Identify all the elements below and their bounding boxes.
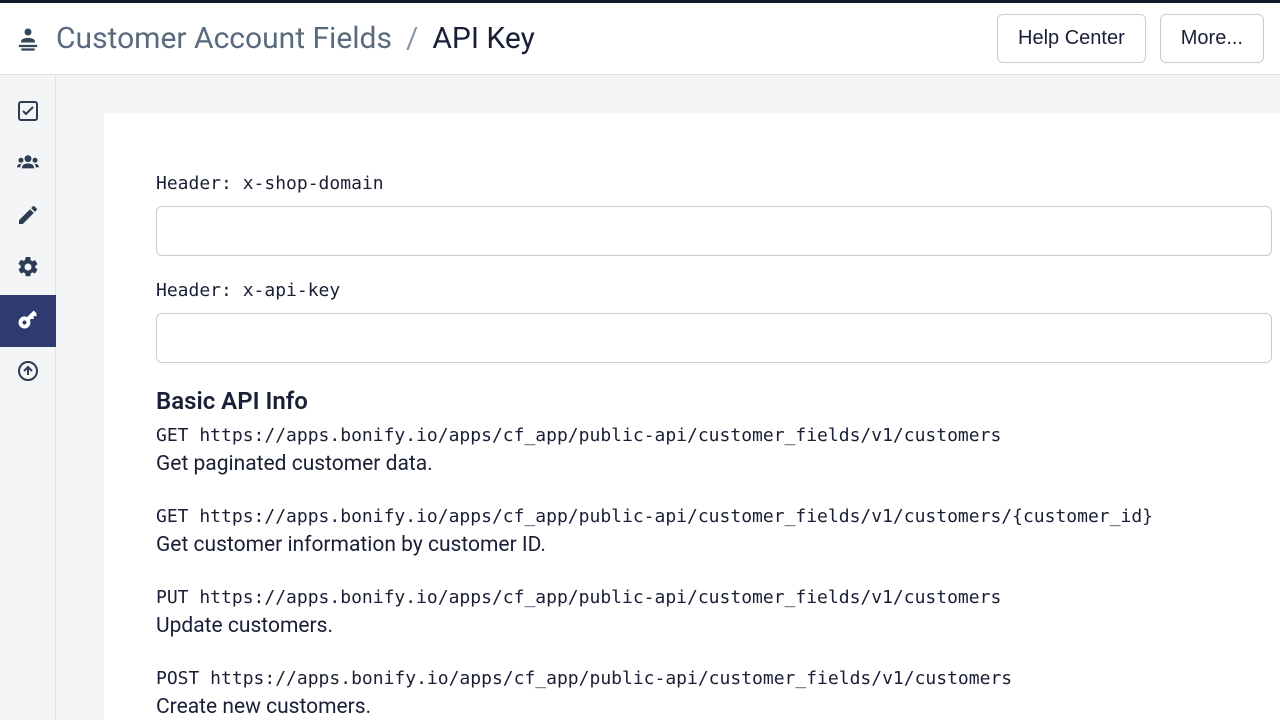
sidebar <box>0 75 56 720</box>
key-icon <box>16 307 40 335</box>
breadcrumb: Customer Account Fields / API Key <box>56 21 535 56</box>
endpoint-desc: Create new customers. <box>156 695 1280 719</box>
app-logo-icon <box>14 25 42 53</box>
endpoint-item: GET https://apps.bonify.io/apps/cf_app/p… <box>156 425 1280 476</box>
edit-icon <box>16 203 40 231</box>
sidebar-item-upload[interactable] <box>0 347 56 399</box>
endpoint-url: POST https://apps.bonify.io/apps/cf_app/… <box>156 668 1280 689</box>
endpoint-url: GET https://apps.bonify.io/apps/cf_app/p… <box>156 425 1280 446</box>
header-left: Customer Account Fields / API Key <box>14 21 535 56</box>
more-button[interactable]: More... <box>1160 14 1264 63</box>
endpoint-url: PUT https://apps.bonify.io/apps/cf_app/p… <box>156 587 1280 608</box>
main-content: Header: x-shop-domain Header: x-api-key … <box>56 75 1280 720</box>
page-header: Customer Account Fields / API Key Help C… <box>0 3 1280 75</box>
endpoint-url: GET https://apps.bonify.io/apps/cf_app/p… <box>156 506 1280 527</box>
sidebar-item-checkbox[interactable] <box>0 87 56 139</box>
breadcrumb-separator: / <box>406 21 418 56</box>
endpoint-item: GET https://apps.bonify.io/apps/cf_app/p… <box>156 506 1280 557</box>
endpoint-desc: Get paginated customer data. <box>156 452 1280 476</box>
gear-icon <box>16 255 40 283</box>
upload-icon <box>16 359 40 387</box>
api-key-input[interactable] <box>156 313 1272 363</box>
field-api-key: Header: x-api-key <box>156 280 1280 363</box>
checkbox-icon <box>16 99 40 127</box>
api-info-title: Basic API Info <box>156 387 1280 415</box>
api-card: Header: x-shop-domain Header: x-api-key … <box>104 113 1280 720</box>
sidebar-item-users[interactable] <box>0 139 56 191</box>
sidebar-item-settings[interactable] <box>0 243 56 295</box>
endpoint-item: PUT https://apps.bonify.io/apps/cf_app/p… <box>156 587 1280 638</box>
breadcrumb-root[interactable]: Customer Account Fields <box>56 21 392 56</box>
breadcrumb-current: API Key <box>432 21 534 56</box>
shop-domain-label: Header: x-shop-domain <box>156 173 1272 194</box>
sidebar-item-edit[interactable] <box>0 191 56 243</box>
endpoints-list: GET https://apps.bonify.io/apps/cf_app/p… <box>156 425 1280 719</box>
field-shop-domain: Header: x-shop-domain <box>156 173 1280 256</box>
endpoint-desc: Get customer information by customer ID. <box>156 533 1280 557</box>
shop-domain-input[interactable] <box>156 206 1272 256</box>
endpoint-desc: Update customers. <box>156 614 1280 638</box>
api-key-label: Header: x-api-key <box>156 280 1272 301</box>
sidebar-item-api-key[interactable] <box>0 295 56 347</box>
header-right: Help Center More... <box>997 14 1264 63</box>
endpoint-item: POST https://apps.bonify.io/apps/cf_app/… <box>156 668 1280 719</box>
main-layout: Header: x-shop-domain Header: x-api-key … <box>0 75 1280 720</box>
users-icon <box>15 150 41 180</box>
help-center-button[interactable]: Help Center <box>997 14 1146 63</box>
